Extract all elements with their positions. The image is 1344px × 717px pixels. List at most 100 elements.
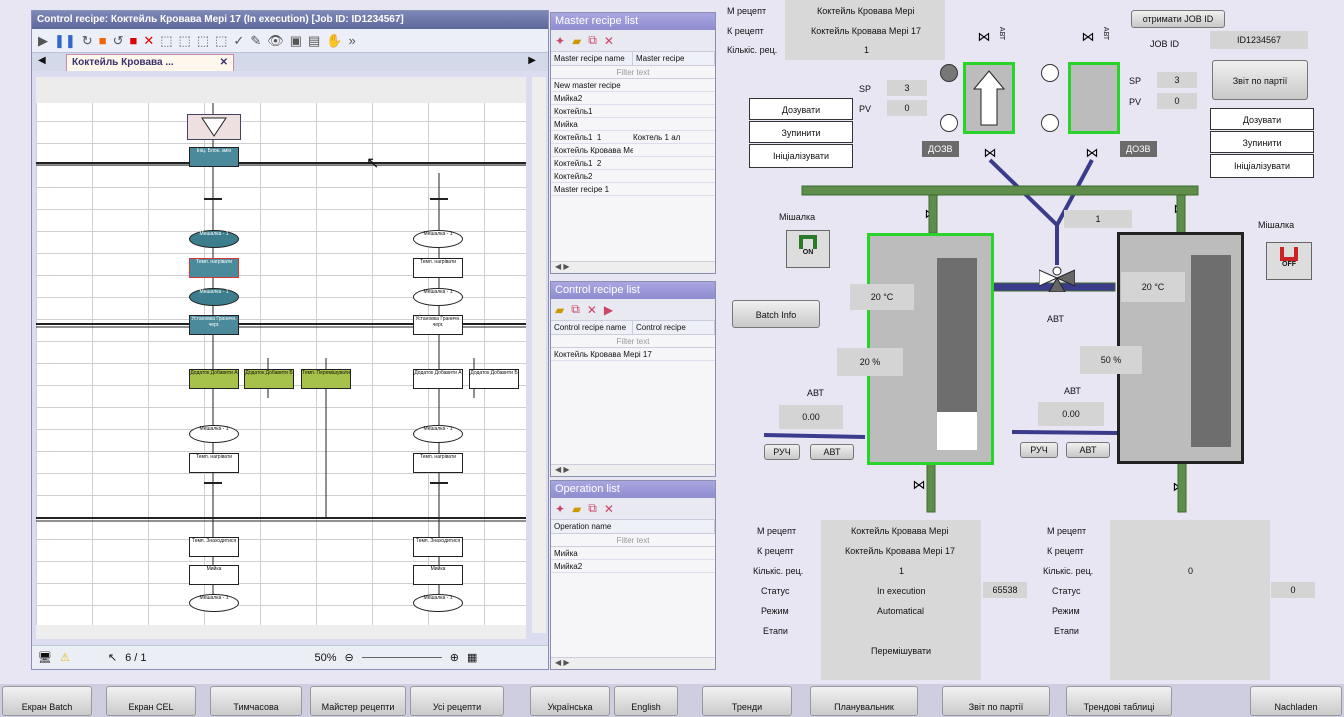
- view-icon[interactable]: 👁: [267, 33, 284, 49]
- three-way-valve-icon[interactable]: [1038, 264, 1076, 293]
- sfc-step-mixer-3[interactable]: Мешалка - 1: [189, 425, 239, 443]
- sfc-step-mixer-4[interactable]: Мешалка - 1: [189, 594, 239, 612]
- edit-icon[interactable]: ✎: [250, 33, 261, 49]
- auto-button-right[interactable]: АВТ: [1066, 442, 1110, 458]
- open-icon[interactable]: ▰: [555, 303, 564, 317]
- list-item[interactable]: Мийка2: [551, 560, 715, 573]
- col-master-name[interactable]: Master recipe name: [551, 52, 633, 65]
- sfc-step-r-hold[interactable]: Темп. Знаходитися: [413, 537, 463, 557]
- hold-icon[interactable]: ■: [99, 33, 107, 48]
- sfc-step-r-mixer-1[interactable]: Мешалка - 1: [413, 230, 463, 248]
- sfc-step-mixer-2[interactable]: Мешалка - 1: [189, 288, 239, 306]
- nav-button-4[interactable]: Усі рецепти: [410, 686, 504, 716]
- nav-button-1[interactable]: Екран CEL: [106, 686, 196, 716]
- props-icon[interactable]: ▤: [308, 33, 320, 49]
- nav-button-6[interactable]: English: [614, 686, 678, 716]
- sfc-step-limit[interactable]: Установка Граничн. черг.: [189, 315, 239, 335]
- open-icon[interactable]: ▰: [572, 34, 581, 48]
- manual-button-right[interactable]: РУЧ: [1020, 442, 1058, 458]
- manual-button-left[interactable]: РУЧ: [764, 444, 800, 460]
- sfc-step-r-heat-2[interactable]: Темп. нагрівати: [413, 453, 463, 473]
- new-icon[interactable]: ✦: [555, 34, 565, 48]
- list-item[interactable]: Коктейль1: [551, 105, 715, 118]
- tab-right-arrow-icon[interactable]: ▶: [528, 55, 536, 66]
- copy-icon[interactable]: ⧉: [588, 501, 597, 516]
- sfc-step-add-a[interactable]: Додаток Добавити А: [189, 369, 239, 389]
- delete-icon[interactable]: ✕: [604, 502, 614, 516]
- sfc-step-mixer-1[interactable]: Мешалка - 1: [189, 230, 239, 248]
- list-item[interactable]: Коктейль Кровава Мері 17: [551, 348, 715, 361]
- operation-scrollbar[interactable]: ◀ ▶: [551, 657, 715, 669]
- sfc-step-wash[interactable]: Мийка: [189, 565, 239, 585]
- new-icon[interactable]: ✦: [555, 502, 565, 516]
- select-icon[interactable]: ⬚: [160, 33, 172, 49]
- sfc-step-r-add-b[interactable]: Додаток Добавити Б: [469, 369, 519, 389]
- view-mode-icon[interactable]: ▦: [467, 651, 477, 664]
- open-icon[interactable]: ▰: [572, 502, 581, 516]
- mixer-right-icon[interactable]: OFF: [1266, 242, 1312, 280]
- sfc-step-r-mixer-3[interactable]: Мешалка - 1: [413, 425, 463, 443]
- auto-button-left[interactable]: АВТ: [810, 444, 854, 460]
- align-icon[interactable]: ⬚: [215, 33, 227, 49]
- copy-icon[interactable]: ⧉: [588, 33, 597, 48]
- sfc-step-add-b[interactable]: Додаток Добавити Б: [244, 369, 294, 389]
- sfc-step-heat[interactable]: Темп. нагрівати: [189, 258, 239, 278]
- nav-button-11[interactable]: Nachladen: [1250, 686, 1342, 716]
- sfc-step-r-mixer-4[interactable]: Мешалка - 1: [413, 594, 463, 612]
- list-item[interactable]: Мийка: [551, 118, 715, 131]
- nav-button-2[interactable]: Тимчасова: [210, 686, 302, 716]
- control-recipe-scrollbar[interactable]: ◀ ▶: [551, 464, 715, 476]
- sfc-step-r-mixer-2[interactable]: Мешалка - 1: [413, 288, 463, 306]
- stop-icon[interactable]: ■: [129, 33, 137, 48]
- sfc-step-r-wash[interactable]: Мийка: [413, 565, 463, 585]
- batch-info-button[interactable]: Batch Info: [732, 300, 820, 328]
- editor-horizontal-scrollbar[interactable]: [36, 625, 526, 639]
- master-filter-input[interactable]: Filter text: [551, 66, 715, 79]
- list-item[interactable]: Коктейль1_1 Коктель 1 ал: [551, 131, 715, 144]
- play-icon[interactable]: ▶: [38, 33, 48, 49]
- hand-icon[interactable]: ✋: [326, 33, 342, 49]
- nav-button-5[interactable]: Українська: [530, 686, 610, 716]
- run-icon[interactable]: ▶: [604, 303, 613, 317]
- monitor-icon[interactable]: 🖥: [38, 651, 52, 664]
- sfc-step-r-heat[interactable]: Темп. нагрівати: [413, 258, 463, 278]
- restart-icon[interactable]: ↺: [113, 33, 124, 49]
- sfc-step-init[interactable]: Ініц. Блок. змін: [189, 147, 239, 167]
- list-item[interactable]: Мийка2: [551, 92, 715, 105]
- list-item[interactable]: Коктейль Кровава Мері: [551, 144, 715, 157]
- copy-icon[interactable]: ⧉: [571, 302, 580, 317]
- group-icon[interactable]: ⬚: [179, 33, 191, 49]
- warning-icon[interactable]: ⚠: [60, 651, 70, 664]
- mixer-left-icon[interactable]: ON: [786, 230, 830, 268]
- redo-icon[interactable]: ↻: [82, 33, 93, 49]
- list-item[interactable]: Коктейль1_2: [551, 157, 715, 170]
- nav-button-9[interactable]: Звіт по партії: [942, 686, 1050, 716]
- col-control-name[interactable]: Control recipe name: [551, 321, 633, 334]
- editor-vertical-scrollbar[interactable]: [532, 77, 546, 633]
- close-icon[interactable]: ✕: [220, 57, 228, 68]
- zoom-slider[interactable]: [361, 657, 442, 658]
- zoom-out-icon[interactable]: ⊖: [345, 651, 354, 664]
- nav-button-10[interactable]: Трендові таблиці: [1066, 686, 1172, 716]
- sfc-step-heat-2[interactable]: Темп. нагрівати: [189, 453, 239, 473]
- list-item[interactable]: Мийка: [551, 547, 715, 560]
- abort-icon[interactable]: ✕: [143, 33, 154, 49]
- col-control-recipe[interactable]: Control recipe: [633, 321, 715, 334]
- zoom-in-icon[interactable]: ⊕: [450, 651, 459, 664]
- sfc-step-mix[interactable]: Темп. Перемішувати: [301, 369, 351, 389]
- delete-icon[interactable]: ✕: [587, 303, 597, 317]
- nav-button-7[interactable]: Тренди: [702, 686, 792, 716]
- delete-icon[interactable]: ✕: [604, 34, 614, 48]
- control-filter-input[interactable]: Filter text: [551, 335, 715, 348]
- sfc-step-r-limit[interactable]: Установка Граничн. черг.: [413, 315, 463, 335]
- operation-filter-input[interactable]: Filter text: [551, 534, 715, 547]
- tab-recipe[interactable]: Коктейль Кровава ... ✕: [66, 54, 234, 71]
- sfc-step-r-add-a[interactable]: Додаток Добавити А: [413, 369, 463, 389]
- more-icon[interactable]: »: [349, 33, 356, 48]
- nav-button-3[interactable]: Майстер рецепти: [310, 686, 406, 716]
- nav-button-8[interactable]: Планувальник: [810, 686, 918, 716]
- pause-icon[interactable]: ❚❚: [54, 33, 76, 49]
- list-item[interactable]: New master recipe: [551, 79, 715, 92]
- nav-button-0[interactable]: Екран Batch: [2, 686, 92, 716]
- layout-icon[interactable]: ▣: [290, 33, 302, 49]
